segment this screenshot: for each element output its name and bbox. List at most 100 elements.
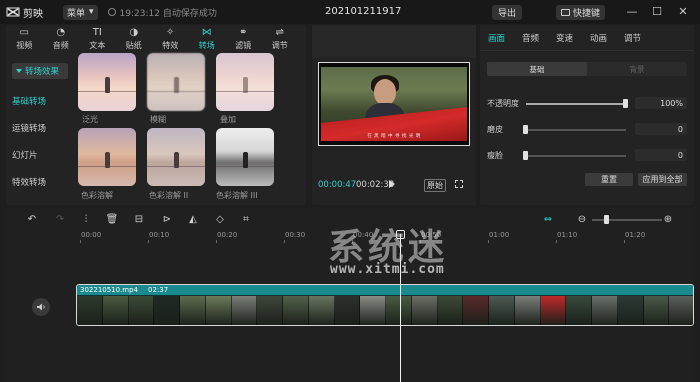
opacity-slider-track [526, 103, 626, 105]
ruler-label: 00:00 [81, 231, 102, 239]
clip-frame-thumb [540, 296, 567, 325]
transition-label: 色彩溶解 III [216, 191, 258, 200]
app-name: 剪映 [23, 8, 43, 20]
slim-face-slider-handle[interactable] [523, 151, 528, 160]
tab-prop-audio[interactable]: 音频 [522, 25, 539, 51]
play-icon[interactable] [389, 180, 395, 188]
tab-transition[interactable]: ⋈ 转场 [189, 25, 226, 53]
zoom-out-icon[interactable]: ⊖ [576, 213, 588, 225]
clip-frame-thumb [669, 296, 693, 325]
tab-label: 贴纸 [125, 41, 142, 50]
tab-text[interactable]: TI 文本 [79, 25, 116, 53]
tab-audio[interactable]: ◔ 音频 [43, 25, 80, 53]
transition-thumb-overlay[interactable] [216, 53, 274, 111]
tab-animation[interactable]: 动画 [590, 25, 607, 51]
apply-to-all-button[interactable]: 应用到全部 [638, 173, 687, 186]
split-icon[interactable]: ⫶ [80, 213, 92, 225]
tab-speed[interactable]: 变速 [556, 25, 573, 51]
fullscreen-icon[interactable] [455, 180, 463, 188]
opacity-slider-handle[interactable] [623, 99, 628, 108]
chevron-down-icon: ▾ [89, 7, 94, 17]
tab-video[interactable]: ▭ 视频 [6, 25, 43, 53]
clip-frame-thumb [231, 296, 258, 325]
tab-picture[interactable]: 画面 [488, 25, 505, 51]
rotate-icon[interactable]: ◇ [214, 213, 226, 225]
opacity-value-field[interactable]: 100% [635, 97, 687, 109]
transition-label: 色彩溶解 II [149, 191, 189, 200]
sidebar-item-basic[interactable]: 基础转场 [12, 95, 46, 107]
clip-filmstrip [77, 296, 693, 325]
player-header [312, 25, 476, 57]
transition-thumb-color-dissolve-2[interactable] [147, 128, 205, 186]
segment-basic[interactable]: 基础 [487, 62, 587, 76]
tab-sticker[interactable]: ◑ 贴纸 [116, 25, 153, 53]
sidebar-item-slideshow[interactable]: 幻灯片 [12, 149, 38, 161]
autosave-status: 19:23:12 自动保存成功 [107, 6, 217, 19]
audio-icon: ◔ [56, 27, 66, 38]
tab-effect[interactable]: ✧ 特效 [152, 25, 189, 53]
minimize-icon[interactable]: — [625, 4, 639, 18]
transition-thumb-color-dissolve-3[interactable] [216, 128, 274, 186]
snap-link-icon[interactable]: ⇔ [542, 213, 554, 225]
scene-face [374, 79, 396, 105]
menu-button[interactable]: 菜单 ▾ [63, 4, 98, 20]
reset-button[interactable]: 重置 [585, 173, 633, 186]
clock-icon [107, 8, 116, 16]
project-title: 202101211917 [325, 6, 402, 17]
sidebar-item-camera[interactable]: 运镜转场 [12, 122, 46, 134]
crop-icon[interactable]: ⌗ [240, 213, 252, 225]
tab-filter[interactable]: ⚭ 滤镜 [225, 25, 262, 53]
delete-icon[interactable]: 🗑 [106, 213, 119, 225]
clip-frame-thumb [489, 296, 515, 325]
video-clip[interactable]: 302210510.mp4 02:37 [76, 284, 694, 326]
segment-background[interactable]: 背景 [587, 62, 687, 76]
sidebar-item-special[interactable]: 特效转场 [12, 176, 46, 188]
transition-thumb-color-dissolve[interactable] [78, 128, 136, 186]
freeze-icon[interactable]: ⊟ [133, 213, 145, 225]
mute-track-icon[interactable] [32, 298, 50, 316]
silhouette [243, 77, 248, 93]
tab-prop-adjust[interactable]: 调节 [624, 25, 641, 51]
smooth-slider-track [526, 129, 626, 131]
silhouette [105, 152, 110, 168]
mirror-icon[interactable]: ◭ [187, 213, 199, 225]
clip-frame-thumb [360, 296, 386, 325]
smooth-value-field[interactable]: 0 [635, 123, 687, 135]
ruler-tick [148, 240, 149, 243]
silhouette [243, 152, 248, 168]
sidebar-header-transition[interactable]: 转场效果 [12, 63, 68, 79]
clip-frame-thumb [411, 296, 438, 325]
export-button[interactable]: 导出 [492, 5, 523, 20]
redo-icon[interactable]: ↷ [54, 213, 66, 225]
ruler-tick [80, 240, 81, 243]
slim-face-value-field[interactable]: 0 [635, 149, 687, 161]
video-subtitle: 在 黑 暗 中 寻 找 光 明 [367, 134, 421, 139]
maximize-icon[interactable]: ☐ [650, 4, 664, 18]
tab-label: 音频 [52, 41, 69, 50]
zoom-in-icon[interactable]: ⊕ [662, 213, 674, 225]
transition-icon: ⋈ [201, 27, 212, 38]
video-icon: ▭ [19, 27, 29, 38]
triangle-down-icon [16, 69, 22, 73]
undo-icon[interactable]: ↶ [26, 213, 38, 225]
slim-face-label: 瘦脸 [487, 151, 503, 160]
player-panel: 在 黑 暗 中 寻 找 光 明 00:00:47 00:02:38 原始 [312, 25, 476, 205]
video-track: 302210510.mp4 02:37 [6, 280, 694, 330]
ruler-label: 01:10 [557, 231, 578, 239]
smooth-slider-handle[interactable] [523, 125, 528, 134]
shortcut-button[interactable]: 快捷键 [556, 5, 606, 20]
reverse-play-icon[interactable]: ⊳ [161, 213, 173, 225]
clip-frame-thumb [128, 296, 155, 325]
slim-face-slider-track [526, 155, 626, 157]
zoom-slider-handle[interactable] [604, 215, 609, 224]
video-preview[interactable]: 在 黑 暗 中 寻 找 光 明 [318, 62, 470, 146]
ruler-label: 00:30 [285, 231, 306, 239]
tab-adjust[interactable]: ⇌ 调节 [262, 25, 299, 53]
transition-thumb-blur[interactable] [147, 53, 205, 111]
close-icon[interactable]: ✕ [676, 4, 690, 18]
clip-header: 302210510.mp4 02:37 [77, 285, 693, 295]
speaker-icon [37, 303, 45, 311]
clip-frame-thumb [334, 296, 361, 325]
original-ratio-button[interactable]: 原始 [424, 179, 446, 192]
transition-thumb-flare[interactable] [78, 53, 136, 111]
